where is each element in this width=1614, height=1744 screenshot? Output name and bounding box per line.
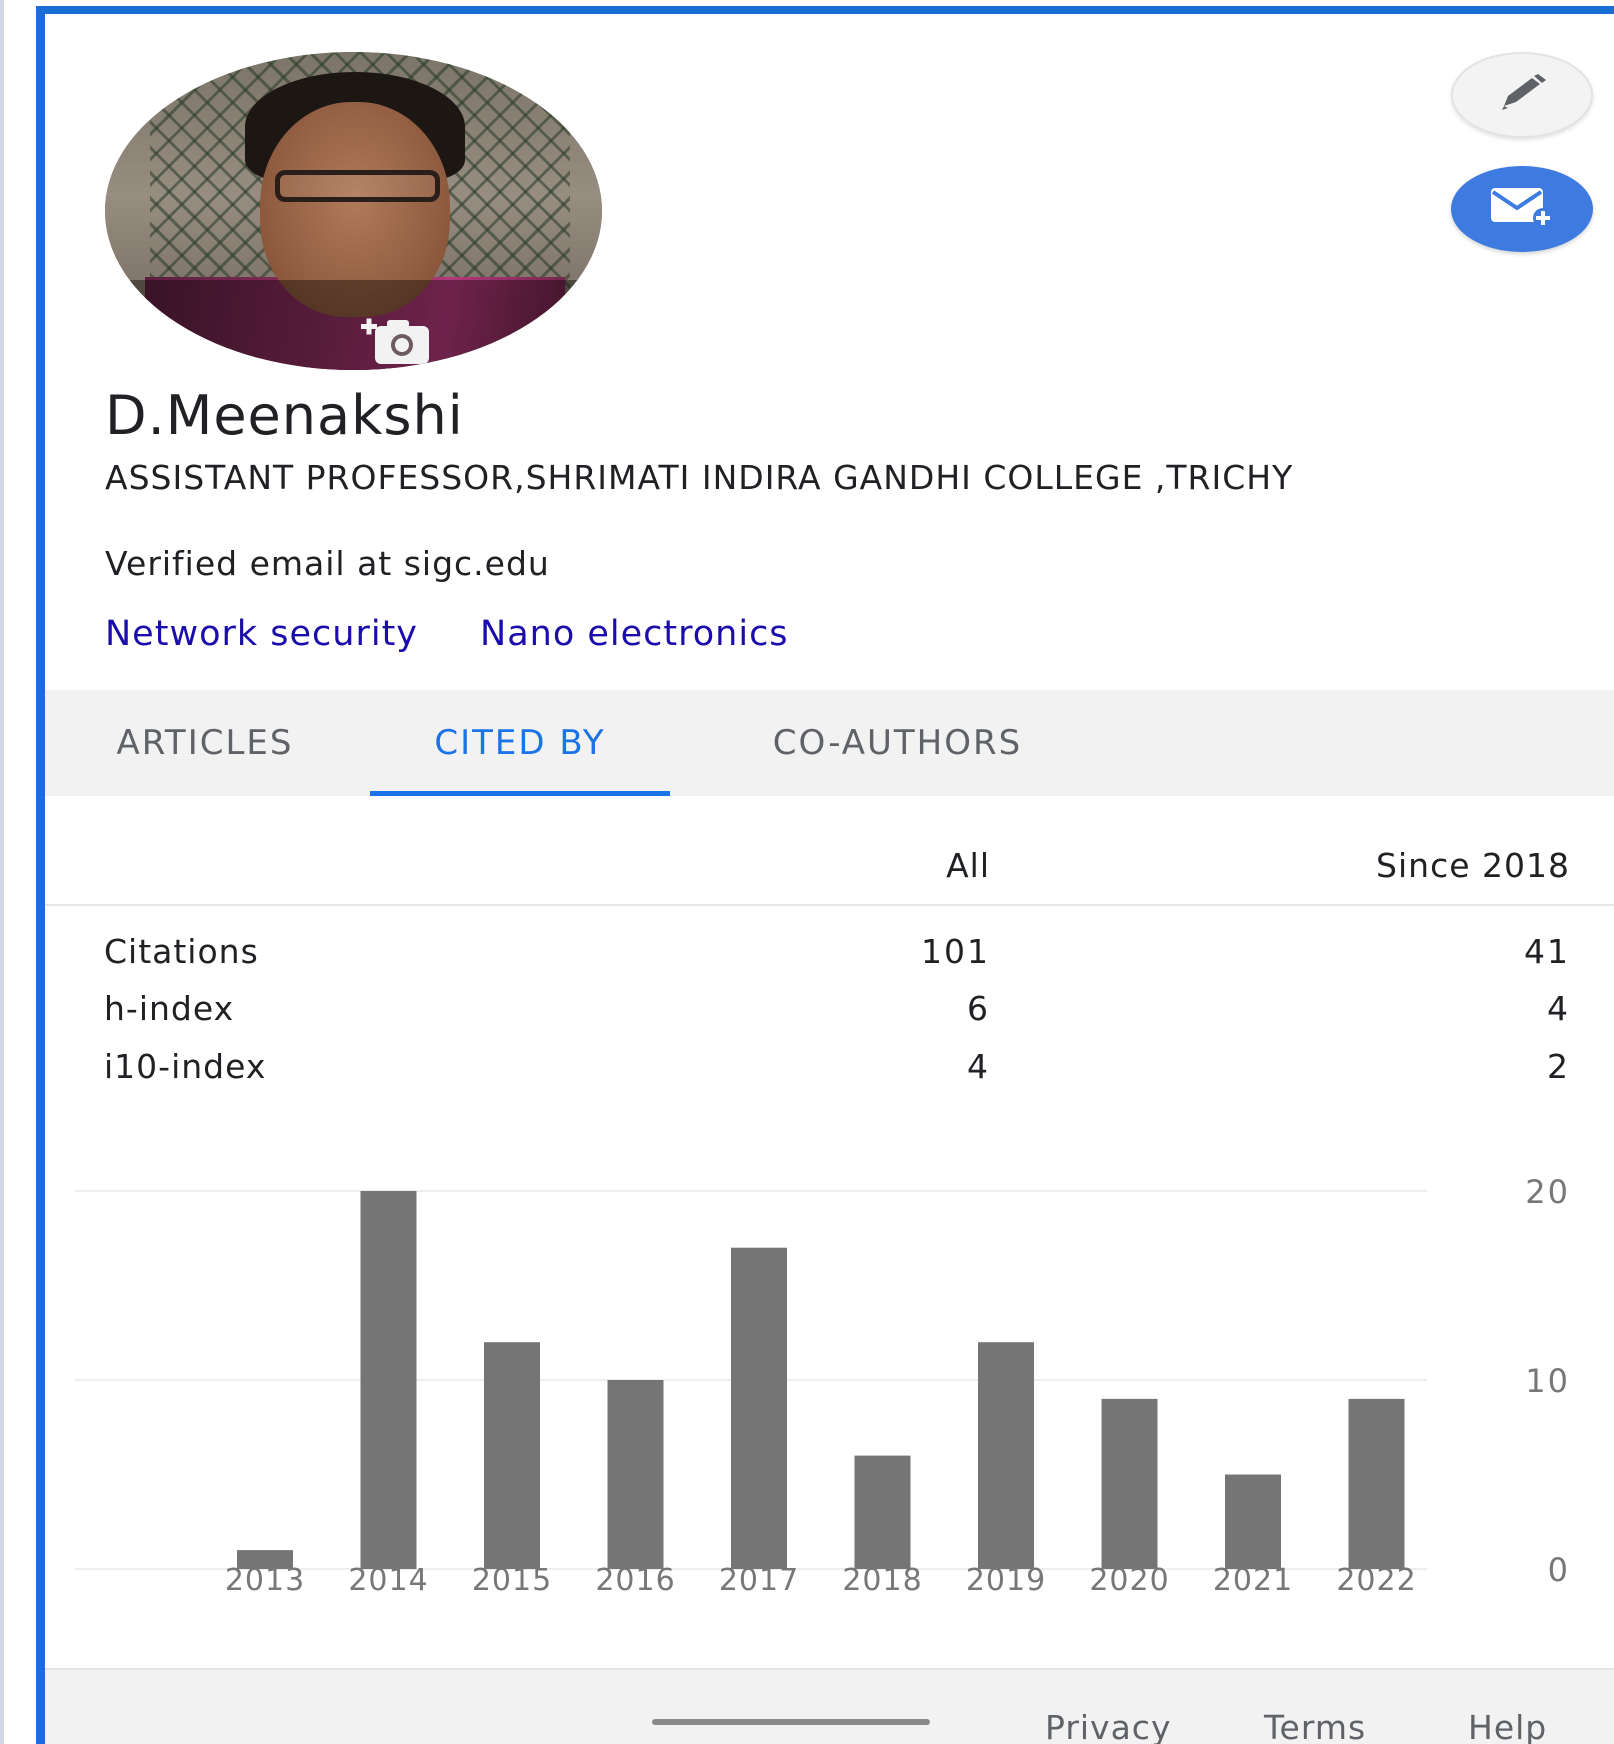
bar-2019[interactable] bbox=[978, 1342, 1034, 1569]
footer-link-privacy[interactable]: Privacy bbox=[1045, 1708, 1171, 1744]
profile-photo[interactable] bbox=[105, 52, 602, 370]
y-tick-label: 10 bbox=[1525, 1362, 1570, 1400]
stats-header-all: All bbox=[946, 846, 990, 885]
x-tick-label: 2013 bbox=[225, 1563, 305, 1594]
bar-2014[interactable] bbox=[360, 1191, 417, 1569]
stats-row-h-index: h-index 6 4 bbox=[45, 989, 1614, 1045]
stats-row-citations: Citations 101 41 bbox=[45, 932, 1614, 988]
add-photo-icon[interactable] bbox=[357, 314, 435, 370]
interest-link-nano-electronics[interactable]: Nano electronics bbox=[480, 614, 789, 654]
bar-2016[interactable] bbox=[607, 1380, 664, 1569]
stat-value-all: 4 bbox=[967, 1047, 990, 1086]
footer-link-terms[interactable]: Terms bbox=[1264, 1708, 1366, 1744]
profile-affiliation: ASSISTANT PROFESSOR,SHRIMATI INDIRA GAND… bbox=[105, 458, 1294, 497]
tab-articles[interactable]: ARTICLES bbox=[95, 690, 315, 796]
footer: Privacy Terms Help bbox=[45, 1668, 1614, 1744]
window-edge bbox=[0, 0, 4, 1744]
stats-header: All Since 2018 bbox=[45, 796, 1614, 906]
profile-card: D.Meenakshi ASSISTANT PROFESSOR,SHRIMATI… bbox=[45, 14, 1614, 1744]
profile-email-verification: Verified email at sigc.edu bbox=[105, 544, 550, 583]
x-tick-label: 2021 bbox=[1213, 1563, 1293, 1594]
highlight-border-left bbox=[36, 6, 45, 1744]
bar-2018[interactable] bbox=[854, 1455, 911, 1569]
stats-header-since: Since 2018 bbox=[1376, 846, 1570, 885]
stat-label: Citations bbox=[104, 932, 259, 971]
stat-value-all: 6 bbox=[967, 989, 990, 1028]
stat-value-since: 41 bbox=[1524, 932, 1570, 971]
stat-value-since: 2 bbox=[1547, 1047, 1570, 1086]
research-interests: Network security Nano electronics bbox=[105, 614, 789, 654]
follow-button[interactable] bbox=[1451, 166, 1593, 252]
x-tick-label: 2017 bbox=[719, 1563, 799, 1594]
stats-row-i10-index: i10-index 4 2 bbox=[45, 1047, 1614, 1103]
bar-2017[interactable] bbox=[731, 1247, 787, 1569]
stat-value-all: 101 bbox=[921, 932, 990, 971]
photo-glasses bbox=[275, 170, 440, 202]
bar-2015[interactable] bbox=[484, 1342, 540, 1569]
edit-profile-button[interactable] bbox=[1451, 52, 1593, 138]
photo-change-overlay[interactable] bbox=[105, 280, 602, 370]
pencil-icon bbox=[1496, 74, 1548, 116]
x-tick-label: 2020 bbox=[1089, 1563, 1169, 1594]
bar-2020[interactable] bbox=[1101, 1398, 1158, 1569]
screenshot-frame: D.Meenakshi ASSISTANT PROFESSOR,SHRIMATI… bbox=[0, 0, 1614, 1744]
y-tick-label: 20 bbox=[1525, 1173, 1570, 1211]
tab-co-authors[interactable]: CO-AUTHORS bbox=[710, 690, 1085, 796]
x-tick-label: 2014 bbox=[348, 1563, 428, 1594]
home-indicator[interactable] bbox=[652, 1719, 930, 1725]
x-tick-label: 2018 bbox=[842, 1563, 922, 1594]
email-plus-icon bbox=[1487, 184, 1557, 234]
interest-link-network-security[interactable]: Network security bbox=[105, 614, 418, 654]
stat-label: h-index bbox=[104, 989, 235, 1028]
footer-link-help[interactable]: Help bbox=[1468, 1708, 1547, 1744]
tab-cited-by[interactable]: CITED BY bbox=[370, 690, 670, 796]
profile-name: D.Meenakshi bbox=[105, 384, 464, 447]
y-tick-label: 0 bbox=[1548, 1551, 1570, 1589]
highlight-border-top bbox=[36, 6, 1614, 14]
x-tick-label: 2016 bbox=[595, 1563, 675, 1594]
bar-2022[interactable] bbox=[1348, 1398, 1405, 1569]
x-tick-label: 2019 bbox=[966, 1563, 1046, 1594]
stat-value-since: 4 bbox=[1547, 989, 1570, 1028]
citations-per-year-chart: 0 10 20 2013 2014 2015 2016 2017 2018 2019 2020 202… bbox=[75, 1173, 1570, 1594]
bar-2021[interactable] bbox=[1225, 1474, 1281, 1570]
profile-tabs: ARTICLES CITED BY CO-AUTHORS bbox=[45, 690, 1614, 796]
x-tick-label: 2022 bbox=[1336, 1563, 1416, 1594]
stat-label: i10-index bbox=[104, 1047, 267, 1086]
x-tick-label: 2015 bbox=[472, 1563, 552, 1594]
